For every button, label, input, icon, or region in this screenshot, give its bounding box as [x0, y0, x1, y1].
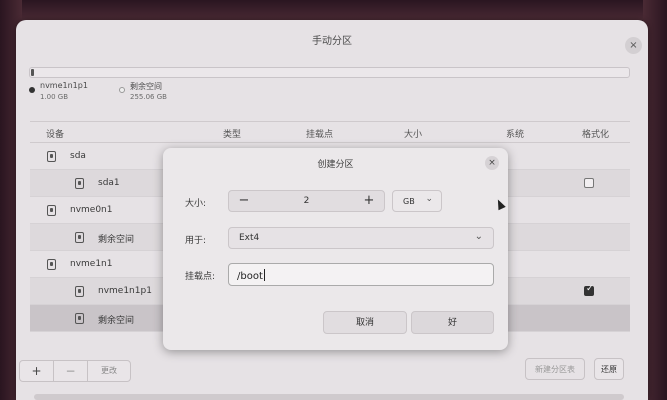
mount-point-input[interactable]: /boot: [228, 263, 494, 286]
partition-icon: [75, 232, 84, 243]
header-system: 系统: [506, 130, 525, 140]
filesystem-value: Ext4: [239, 233, 260, 243]
legend-size: 1.00 GB: [40, 93, 69, 101]
cancel-button[interactable]: 取消: [323, 311, 407, 334]
row-label: nvme0n1: [70, 205, 113, 215]
header-size: 大小: [404, 130, 423, 140]
size-unit-select[interactable]: GB ⌄: [392, 190, 442, 212]
new-partition-table-button[interactable]: 新建分区表: [525, 358, 585, 380]
disk-icon: [47, 205, 56, 216]
partition-usage-fill: [31, 69, 34, 76]
row-label: nvme1n1: [70, 259, 113, 269]
mount-point-value: /boot: [237, 271, 263, 282]
add-partition-button[interactable]: +: [20, 361, 54, 381]
window-close-button[interactable]: ×: [625, 37, 642, 54]
window-title: 手动分区: [312, 36, 352, 47]
mount-label: 挂载点:: [185, 272, 216, 282]
create-partition-dialog: 创建分区 × 大小: − 2 + GB ⌄ 用于: Ext4 ⌄ 挂载点: /b…: [163, 148, 508, 350]
increase-size-button[interactable]: +: [354, 191, 384, 211]
row-label: sda1: [98, 178, 120, 188]
legend-name: 剩余空间: [130, 82, 162, 91]
format-checkbox[interactable]: [584, 178, 594, 188]
row-label: 剩余空间: [98, 235, 135, 245]
ok-button[interactable]: 好: [411, 311, 494, 334]
header-mount: 挂载点: [306, 130, 334, 140]
photo-bezel-top: [0, 0, 667, 20]
disk-icon: [47, 259, 56, 270]
unit-value: GB: [403, 197, 415, 206]
remove-partition-button[interactable]: −: [54, 361, 88, 381]
text-caret: [263, 269, 265, 281]
size-label: 大小:: [185, 199, 207, 209]
dialog-title: 创建分区: [317, 160, 354, 170]
chevron-down-icon: ⌄: [474, 231, 483, 242]
format-checkbox[interactable]: [584, 284, 594, 296]
chevron-down-icon: ⌄: [425, 194, 433, 204]
legend-dot-free: [119, 87, 125, 93]
table-header: 设备 类型 挂载点 大小 系统 格式化: [30, 121, 630, 143]
use-label: 用于:: [185, 236, 207, 246]
header-type: 类型: [223, 130, 242, 140]
dialog-close-button[interactable]: ×: [485, 156, 499, 170]
partition-icon: [75, 286, 84, 297]
legend-dot-used: [29, 87, 35, 93]
disk-icon: [47, 151, 56, 162]
scrollbar[interactable]: [34, 394, 624, 400]
revert-button[interactable]: 还原: [594, 358, 624, 380]
header-format: 格式化: [582, 130, 610, 140]
partition-usage-bar: [29, 67, 630, 78]
change-partition-button[interactable]: 更改: [88, 361, 130, 381]
partition-icon: [75, 178, 84, 189]
row-label: nvme1n1p1: [98, 286, 152, 296]
size-stepper[interactable]: − 2 +: [228, 190, 385, 212]
row-label: 剩余空间: [98, 316, 135, 326]
partition-toolbar: + − 更改: [19, 360, 131, 382]
legend-name: nvme1n1p1: [40, 81, 88, 90]
row-label: sda: [70, 151, 86, 161]
legend-size: 255.06 GB: [130, 93, 167, 101]
size-value[interactable]: 2: [259, 196, 354, 206]
decrease-size-button[interactable]: −: [229, 191, 259, 211]
partition-icon: [75, 313, 84, 324]
filesystem-select[interactable]: Ext4 ⌄: [228, 227, 494, 249]
header-device: 设备: [46, 130, 65, 140]
